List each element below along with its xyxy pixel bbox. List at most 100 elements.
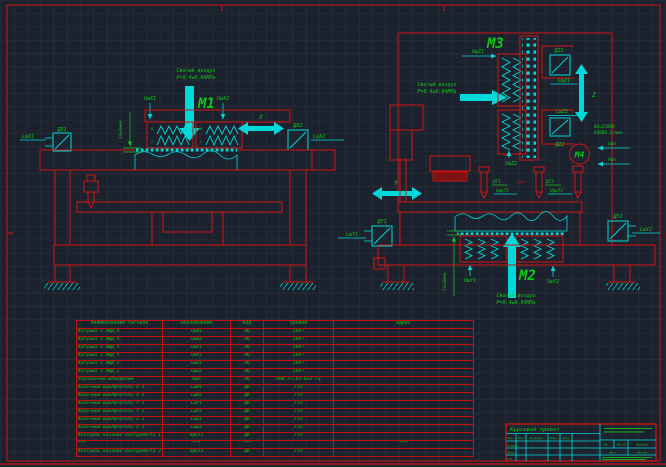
coil-winding (206, 136, 238, 145)
table-header-cell: Адрес (333, 321, 473, 329)
air-note-line2-m2: P=0.4±0.04МПа (496, 300, 535, 306)
machine-m1-view: Сжатый воздух P=0.4±0.04МПа M1 UшХ1 UшХ2… (20, 68, 344, 290)
table-cell (333, 401, 473, 409)
spindle-speed-line2: 80000 1/мин (594, 130, 623, 136)
table-cell (333, 385, 473, 393)
tool-tip (88, 202, 94, 208)
table-cell: UдкТ1 (162, 433, 230, 441)
table-header-row: Наименование сигналаОбозначениеКодУровни… (77, 321, 474, 329)
ground-hatch (606, 283, 640, 290)
table-row: Конечный выключатель Y 2LшY2ДКТТЛ (77, 409, 474, 417)
table-cell: *** (333, 441, 473, 449)
table-cell: LшХ2 (162, 393, 230, 401)
coil-uz1-label: UшZ1 (472, 49, 484, 55)
table-cell: Конечный выключатель Y 1 (77, 401, 163, 409)
table-row: Контроль касания инструмента 1UдкТ1ДКТТЛ (77, 433, 474, 441)
table-cell: ДК (230, 449, 263, 457)
tool-dt1-label: ДТ1 (492, 179, 501, 185)
table-row: Катушка 2 ЛШД XUшХ2АЦ18V~ (77, 337, 474, 345)
table-cell: Катушка 1 ЛШД Z (77, 361, 163, 369)
table-row: Контроль касания инструмента 3UдкТ3ДКТТЛ (77, 449, 474, 457)
air-note-line2-m3: P=0.4±0.04МПа (417, 89, 456, 95)
tb-col-list: Лист (517, 436, 525, 440)
ground-hatch (380, 283, 414, 290)
machine-m1-body (40, 150, 335, 290)
sensor-dx1: ДХ1 LшХ1 (20, 127, 71, 151)
table-cell: LшY2 (162, 409, 230, 417)
table-cell: Управление шпинделем (77, 377, 163, 385)
z-axis-label: Z (591, 91, 597, 99)
table-header-cell: Наименование сигнала (77, 321, 163, 329)
tb-col-izm: Изм. (508, 436, 515, 440)
sensor-dy2: ДY2 LшY2 (608, 214, 660, 241)
air-note-line1-m3: Сжатый воздух (417, 82, 456, 88)
table-cell: UдкТ3 (162, 449, 230, 457)
table-cell (263, 441, 333, 449)
table-cell: ДК (230, 393, 263, 401)
table-cell: UшY1 (162, 345, 230, 353)
sensor-dy1: ДY1 LшY1 (338, 219, 392, 246)
tool-drill (88, 192, 94, 202)
tb-role-prov: Пров. (506, 451, 515, 455)
table-cell: LшY1 (162, 401, 230, 409)
tool-t1: ДТ1 UдкТ1 (479, 167, 517, 198)
table-cell: UшZ2 (162, 369, 230, 377)
coil-ux1-label: UшХ1 (144, 96, 156, 102)
table-header-cell: Код (230, 321, 263, 329)
table-row: Катушка 2 ЛШД YUшY2АЦ18V~ (77, 353, 474, 361)
tb-sheet: Лист (609, 451, 617, 455)
table-row: Катушка 1 ЛШД YUшY1АЦ18V~ (77, 345, 474, 353)
coil-module-z2 (498, 110, 526, 154)
coil-module-x2 (196, 122, 242, 148)
table-row: Катушка 2 ЛШД ZUшZ2АЦ18V~ (77, 369, 474, 377)
table-cell: ТТЛ (263, 393, 333, 401)
signal-lz2-label: LшZ2 (556, 109, 568, 115)
table-cell: ТТЛ (263, 385, 333, 393)
table-row: Конечный выключатель X 2LшХ2ДКТТЛ (77, 393, 474, 401)
coil-uy1-label: UшY1 (464, 278, 476, 284)
table-cell: Катушка 1 ЛШД Y (77, 345, 163, 353)
table-cell: ДК (230, 417, 263, 425)
table-cell: ДК (230, 401, 263, 409)
counterweight-solid (433, 172, 467, 181)
table-cell (333, 409, 473, 417)
title-block-org-text (604, 428, 652, 429)
table-cell (333, 329, 473, 337)
table-row: Конечный выключатель Z 1LшZ1ДКТТЛ (77, 417, 474, 425)
table-cell: Конечный выключатель Z 1 (77, 417, 163, 425)
coil-winding (502, 58, 510, 102)
coil-winding (206, 126, 238, 134)
table-cell: Катушка 2 ЛШД Z (77, 369, 163, 377)
title-block-project: Курсовой проект (509, 427, 560, 433)
coil-winding (534, 239, 541, 259)
air-arrow-right (460, 90, 507, 105)
table-cell (333, 337, 473, 345)
air-note-line1-m2: Сжатый воздух (496, 293, 535, 299)
table-cell: Катушка 1 ЛШД X (77, 329, 163, 337)
table-cell: 18V~ (263, 345, 333, 353)
sensor-dy2-label: ДY2 (612, 214, 622, 220)
table-cell: UшХ2 (162, 337, 230, 345)
tb-col-dokum: № докум. (529, 436, 543, 440)
tool-dt3-label: ДТ3 (545, 179, 554, 185)
table-cell: АЦ (230, 377, 263, 385)
sensor-dz1-label: ДZ1 (553, 48, 563, 54)
coil-winding (465, 239, 472, 259)
motor-m2-label: M2 (518, 268, 536, 284)
signal-udkt1-label: UдкТ1 (496, 188, 509, 194)
table-cell: 18V~ (263, 353, 333, 361)
air-gap-dim-text-m2: 13±3мкм (442, 273, 448, 292)
tb-col-data: Дата (562, 436, 570, 440)
table-cell (333, 361, 473, 369)
table-cell: Uшп (162, 377, 230, 385)
table-cell: LшZ2 (162, 425, 230, 433)
air-gap-dim-text: 13±3мкм (118, 121, 124, 140)
table-cell: UшZ1 (162, 361, 230, 369)
title-block: Курсовой проект Изм. Лист № докум. Подп.… (506, 424, 656, 461)
sensor-dz2-label: ДZ2 (554, 142, 564, 148)
table-cell: Конечный выключатель X 1 (77, 385, 163, 393)
table-cell: Конечный выключатель Y 2 (77, 409, 163, 417)
signal-lz1-label: LшZ1 (558, 78, 570, 84)
table-row: Конечный выключатель Y 1LшY1ДКТТЛ (77, 401, 474, 409)
table-cell: ДК (230, 433, 263, 441)
